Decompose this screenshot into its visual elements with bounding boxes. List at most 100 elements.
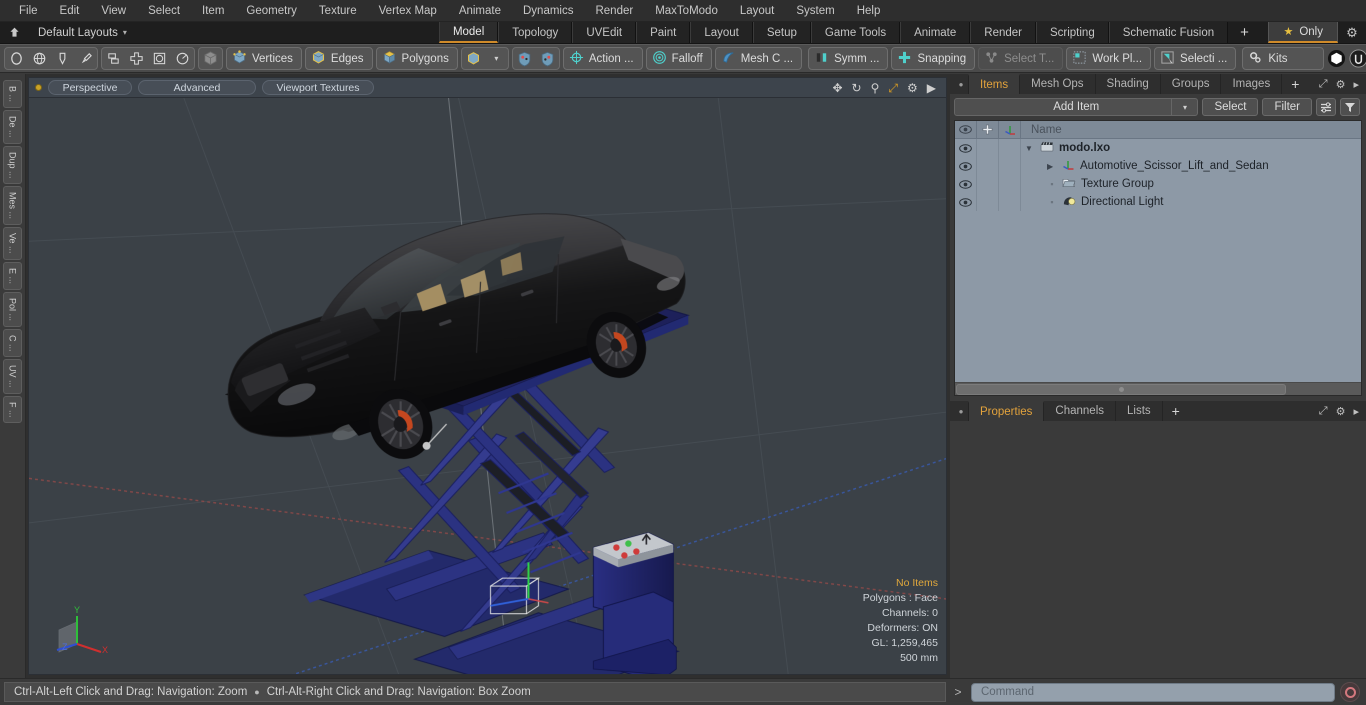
viewport-shading-dropdown[interactable]: Advanced (138, 80, 256, 95)
pan-icon[interactable]: ✥ (832, 82, 842, 94)
menu-item-item[interactable]: Item (191, 0, 235, 22)
menu-item-select[interactable]: Select (137, 0, 191, 22)
row-col-axis[interactable] (999, 193, 1021, 211)
gear-icon[interactable]: ⚙ (1336, 405, 1346, 418)
viewport-projection-dropdown[interactable]: Perspective (48, 80, 132, 95)
item-row-scene[interactable]: ▼ modo.lxo (1021, 141, 1361, 155)
table-row[interactable]: ▶ Automotive_Scissor_Lift_and_Sedan (955, 157, 1361, 175)
tab-items[interactable]: Items (968, 74, 1021, 94)
tab-layout[interactable]: Layout (690, 22, 753, 43)
record-command-button[interactable] (1340, 682, 1360, 702)
circle-icon[interactable] (5, 48, 28, 69)
menu-item-texture[interactable]: Texture (308, 0, 368, 22)
item-tree-list[interactable]: Name ▼ modo.lxo ▶ Automotive_Scissor_Lif… (954, 120, 1362, 396)
add-properties-tab-button[interactable]: + (1162, 401, 1189, 421)
viewport-textures-dropdown[interactable]: Viewport Textures (262, 80, 374, 95)
work-plane-button[interactable]: Work Pl... (1066, 47, 1152, 70)
panel-menu-dot-icon[interactable]: ● (954, 401, 968, 421)
mesh-constraint-button[interactable]: Mesh C ... (714, 47, 803, 70)
table-row[interactable]: ▼ modo.lxo (955, 139, 1361, 157)
vtab-duplicate[interactable]: Dup ... (3, 145, 22, 185)
item-row-mesh[interactable]: ▶ Automotive_Scissor_Lift_and_Sedan (1021, 159, 1361, 174)
tab-properties[interactable]: Properties (968, 401, 1045, 421)
tab-channels[interactable]: Channels (1044, 401, 1117, 421)
selection-mode-polygons[interactable]: Polygons (375, 47, 458, 70)
zoom-icon[interactable]: ⚲ (871, 82, 880, 94)
menu-item-file[interactable]: File (8, 0, 49, 22)
row-visibility-toggle[interactable] (955, 157, 977, 175)
chevron-right-icon[interactable]: ▸ (1353, 405, 1359, 418)
row-col-add[interactable] (977, 193, 999, 211)
circle-slice-icon[interactable] (171, 48, 194, 69)
item-row-texture-group[interactable]: ▪ Texture Group (1021, 177, 1361, 191)
selection-mode-edges[interactable]: Edges (304, 47, 373, 70)
panel-menu-dot-icon[interactable]: ● (954, 74, 968, 94)
cube-item-icon[interactable] (462, 48, 485, 69)
chevron-down-icon[interactable]: ▾ (485, 48, 508, 69)
menu-item-edit[interactable]: Edit (49, 0, 91, 22)
tab-setup[interactable]: Setup (752, 22, 811, 43)
item-list-horizontal-scrollbar[interactable] (955, 382, 1361, 395)
filter-funnel-icon[interactable] (1340, 98, 1360, 116)
select-through-button[interactable]: Select T... (978, 47, 1064, 70)
expander-icon[interactable]: ▼ (1025, 144, 1035, 153)
menu-item-system[interactable]: System (785, 0, 845, 22)
vtab-mesh-edit[interactable]: Mes ... (3, 186, 22, 226)
expand-icon[interactable]: ⤢ (1319, 405, 1328, 418)
gear-icon[interactable]: ⚙ (1338, 22, 1366, 43)
select-button[interactable]: Select (1202, 98, 1259, 116)
row-col-axis[interactable] (999, 157, 1021, 175)
tab-lists[interactable]: Lists (1116, 401, 1163, 421)
unreal-icon[interactable] (1349, 48, 1366, 69)
square-icon[interactable] (148, 48, 171, 69)
row-visibility-toggle[interactable] (955, 139, 977, 157)
vtab-fusion[interactable]: F ... (3, 395, 22, 424)
rotate-icon[interactable]: ↻ (852, 82, 862, 94)
row-col-axis[interactable] (999, 175, 1021, 193)
expander-icon[interactable]: ▶ (1047, 162, 1057, 171)
tab-images[interactable]: Images (1221, 74, 1283, 94)
home-icon[interactable] (0, 22, 28, 43)
add-panel-tab-button[interactable]: + (1282, 74, 1309, 94)
vtab-basic[interactable]: B ... (3, 80, 22, 109)
selection-sets-button[interactable]: Selecti ... (1154, 47, 1237, 70)
gear-icon[interactable]: ⚙ (1336, 78, 1346, 91)
only-toggle-button[interactable]: ★ Only (1268, 22, 1338, 43)
menu-item-render[interactable]: Render (584, 0, 644, 22)
tab-schematic-fusion[interactable]: Schematic Fusion (1108, 22, 1229, 43)
menu-item-geometry[interactable]: Geometry (235, 0, 308, 22)
list-options-icon[interactable] (1316, 98, 1336, 116)
vtab-uv[interactable]: UV ... (3, 359, 22, 394)
tab-model[interactable]: Model (438, 22, 499, 43)
viewport-3d[interactable]: No Items Polygons : Face Channels: 0 Def… (28, 97, 947, 675)
fit-icon[interactable]: ⤢ (888, 82, 898, 94)
move-cross-icon[interactable] (125, 48, 148, 69)
play-arrow-icon[interactable]: ▶ (927, 82, 936, 94)
shield-b-icon[interactable] (536, 48, 559, 69)
action-center-button[interactable]: Action ... (562, 47, 643, 70)
vtab-edge[interactable]: E ... (3, 261, 22, 290)
row-col-add[interactable] (977, 175, 999, 193)
table-row[interactable]: ▪ Directional Light (955, 193, 1361, 211)
selection-mode-vertices[interactable]: Vertices (226, 47, 302, 70)
menu-item-animate[interactable]: Animate (448, 0, 512, 22)
menu-item-view[interactable]: View (90, 0, 137, 22)
row-col-add[interactable] (977, 157, 999, 175)
falloff-button[interactable]: Falloff (645, 47, 712, 70)
gear-icon[interactable]: ⚙ (907, 82, 918, 94)
add-layout-tab-button[interactable]: + (1228, 22, 1261, 43)
row-visibility-toggle[interactable] (955, 175, 977, 193)
tab-scripting[interactable]: Scripting (1035, 22, 1109, 43)
pen-icon[interactable] (51, 48, 74, 69)
menu-item-vertex-map[interactable]: Vertex Map (368, 0, 448, 22)
tab-groups[interactable]: Groups (1160, 74, 1222, 94)
vtab-deform[interactable]: De ... (3, 110, 22, 144)
filter-button[interactable]: Filter (1262, 98, 1312, 116)
add-item-button[interactable]: Add Item ▾ (954, 98, 1199, 116)
chevron-right-icon[interactable]: ▸ (1353, 78, 1359, 91)
row-visibility-toggle[interactable] (955, 193, 977, 211)
menu-item-layout[interactable]: Layout (729, 0, 786, 22)
scrollbar-thumb[interactable] (956, 383, 1286, 395)
row-col-add[interactable] (977, 139, 999, 157)
vtab-curve[interactable]: C ... (3, 328, 22, 358)
